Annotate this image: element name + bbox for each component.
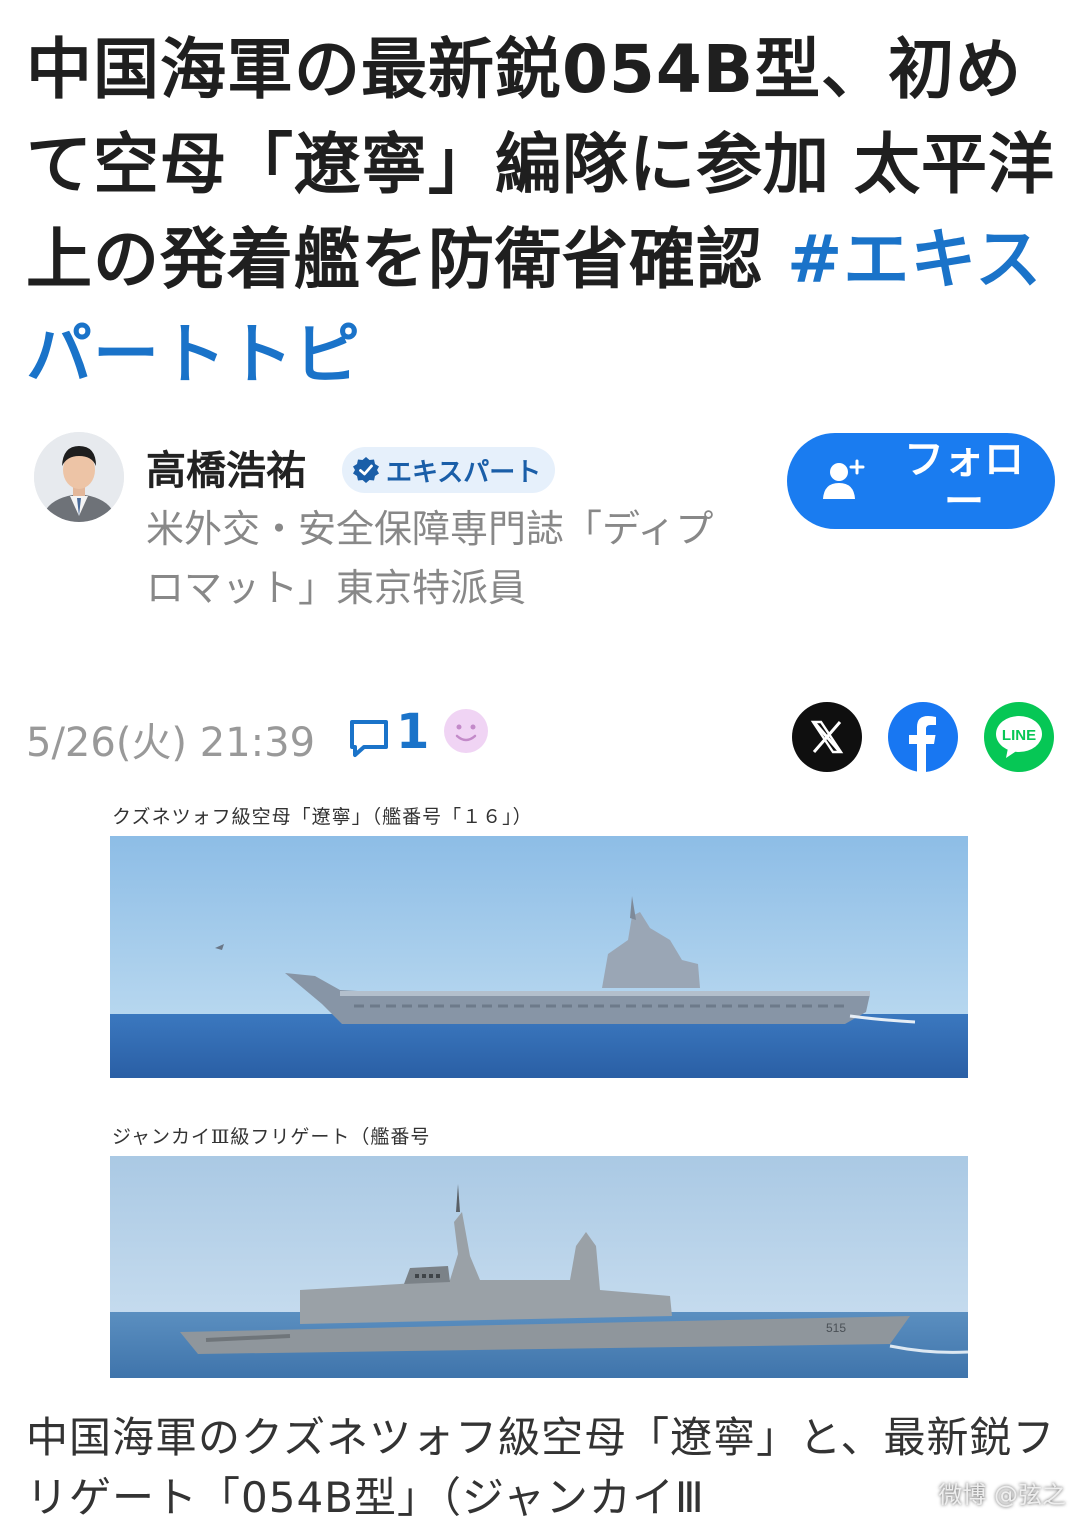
verified-check-icon (353, 457, 379, 483)
avatar[interactable] (34, 432, 124, 522)
share-facebook-button[interactable] (888, 702, 958, 772)
publish-date: 5/26(火) 21:39 (26, 720, 316, 766)
figure-caption-bottom: ジャンカイⅢ級フリゲート（艦番号 (112, 1126, 431, 1148)
watermark: 微博 @弦之 (938, 1481, 1066, 1509)
follow-button[interactable]: フォロー (787, 433, 1055, 529)
comment-icon[interactable] (348, 717, 390, 759)
author-name[interactable]: 高橋浩祐 (146, 438, 306, 496)
expert-badge: エキスパート (342, 447, 556, 493)
line-label: LINE (1002, 727, 1036, 744)
line-logo-icon: LINE (996, 716, 1042, 758)
figure-caption-top: クズネツォフ級空母「遼寧」（艦番号「１６」） (112, 806, 533, 828)
add-person-icon (823, 459, 865, 499)
follow-label: フォロー (904, 438, 1024, 524)
article-figure: クズネツォフ級空母「遼寧」（艦番号「１６」） ジャンカイⅢ級フリゲート（艦番号 (108, 796, 970, 1382)
share-line-button[interactable]: LINE (984, 702, 1054, 772)
article-title: 中国海軍の最新鋭054B型、初めて空母「遼寧」編隊に参加 太平洋上の発着艦を防衛… (26, 22, 1066, 402)
facebook-logo-icon (909, 716, 936, 772)
x-logo-icon (810, 720, 844, 754)
badge-label: エキスパート (386, 457, 542, 488)
share-x-button[interactable] (792, 702, 862, 772)
smile-reaction-icon[interactable] (442, 707, 490, 755)
carrier-photo[interactable] (110, 836, 968, 1078)
article-body: 中国海軍のクズネツォフ級空母「遼寧」と、最新鋭フリゲート「054B型」（ジャンカ… (26, 1413, 1056, 1522)
author-description: 米外交・安全保障専門誌「ディプロマット」東京特派員 (146, 507, 714, 610)
frigate-photo[interactable]: 515 (110, 1156, 968, 1378)
hull-number: 515 (826, 1321, 846, 1335)
comment-count[interactable]: 1 (396, 704, 429, 760)
